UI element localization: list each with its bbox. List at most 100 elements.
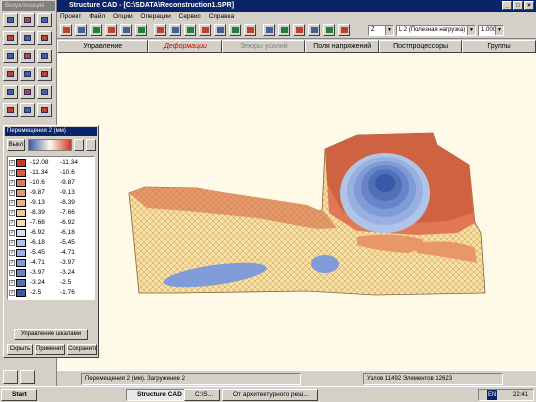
deformed-shape-icon[interactable] bbox=[154, 24, 166, 36]
legend-icon[interactable] bbox=[293, 24, 305, 36]
manage-scales-button[interactable]: Управление шкалами bbox=[14, 329, 88, 340]
element-numbers-icon[interactable] bbox=[3, 67, 18, 81]
legend-checkbox[interactable]: ✓ bbox=[9, 220, 15, 226]
z-select[interactable]: Z ▼ bbox=[368, 25, 394, 36]
color-scale-icon[interactable] bbox=[37, 85, 52, 99]
tab-0[interactable]: Управление bbox=[57, 40, 149, 53]
node-numbers-icon[interactable] bbox=[37, 49, 52, 63]
filter-icon[interactable] bbox=[20, 49, 35, 63]
legend-checkbox[interactable]: ✓ bbox=[9, 240, 15, 246]
select-element-icon[interactable] bbox=[20, 13, 35, 27]
mosaic-icon[interactable] bbox=[214, 24, 226, 36]
legend-color-swatch[interactable] bbox=[16, 289, 26, 297]
menu-service[interactable]: Сервис bbox=[176, 13, 204, 20]
hide-button[interactable]: Скрыть bbox=[7, 344, 33, 355]
menu-options[interactable]: Опции bbox=[110, 13, 136, 20]
select-node-icon[interactable] bbox=[3, 13, 18, 27]
settings-icon[interactable] bbox=[37, 103, 52, 117]
open-icon[interactable] bbox=[75, 24, 87, 36]
cut-icon[interactable] bbox=[3, 85, 18, 99]
window-title-bar[interactable]: Structure CAD - [C:\SDATA\Reconstruction… bbox=[57, 0, 536, 12]
legend-checkbox[interactable]: ✓ bbox=[9, 200, 15, 206]
animation-icon[interactable] bbox=[199, 24, 211, 36]
legend-color-swatch[interactable] bbox=[16, 179, 26, 187]
palette-option-button[interactable] bbox=[74, 139, 84, 151]
language-indicator[interactable]: EN bbox=[487, 390, 498, 400]
mesh-icon[interactable] bbox=[37, 67, 52, 81]
zoom-in-icon[interactable] bbox=[20, 31, 35, 45]
layers-icon[interactable] bbox=[20, 103, 35, 117]
legend-color-swatch[interactable] bbox=[16, 239, 26, 247]
save-button[interactable]: Сохранить bbox=[67, 344, 97, 355]
legend-checkbox[interactable]: ✓ bbox=[9, 230, 15, 236]
legend-color-swatch[interactable] bbox=[16, 229, 26, 237]
isosurface-icon[interactable] bbox=[244, 24, 256, 36]
tab-4[interactable]: Постпроцессоры bbox=[379, 40, 462, 53]
legend-color-swatch[interactable] bbox=[16, 159, 26, 167]
scale-select[interactable]: 1.000 ▼ bbox=[478, 25, 504, 36]
legend-checkbox[interactable]: ✓ bbox=[9, 250, 15, 256]
save-icon[interactable] bbox=[90, 24, 102, 36]
menu-operations[interactable]: Операции bbox=[137, 13, 173, 20]
rotate-icon[interactable] bbox=[3, 31, 18, 45]
isolines-icon[interactable] bbox=[229, 24, 241, 36]
legend-checkbox[interactable]: ✓ bbox=[9, 160, 15, 166]
print-icon[interactable] bbox=[105, 24, 117, 36]
menu-file[interactable]: Файл bbox=[86, 13, 108, 20]
drawing-canvas[interactable] bbox=[57, 53, 536, 370]
load-case-select[interactable]: L 2 (Полезная нагрузка) ▼ bbox=[396, 25, 476, 36]
start-button[interactable]: Start bbox=[1, 389, 37, 401]
new-icon[interactable] bbox=[60, 24, 72, 36]
displacement-icon[interactable] bbox=[169, 24, 181, 36]
minimize-button[interactable]: _ bbox=[502, 1, 512, 10]
palette-preview[interactable] bbox=[28, 139, 72, 151]
palette-option-button[interactable] bbox=[86, 139, 96, 151]
export-icon[interactable] bbox=[323, 24, 335, 36]
fragment-icon[interactable] bbox=[20, 85, 35, 99]
zoom-out-icon[interactable] bbox=[37, 31, 52, 45]
maximize-button[interactable]: □ bbox=[513, 1, 523, 10]
legend-dialog-title[interactable]: Перемещения 2 (мм) bbox=[5, 127, 97, 136]
apply-button[interactable]: Применить bbox=[35, 344, 65, 355]
legend-color-swatch[interactable] bbox=[16, 189, 26, 197]
undo-icon[interactable] bbox=[120, 24, 132, 36]
info-icon[interactable] bbox=[308, 24, 320, 36]
close-button[interactable]: × bbox=[524, 1, 534, 10]
menu-help[interactable]: Справка bbox=[206, 13, 238, 20]
legend-color-swatch[interactable] bbox=[16, 279, 26, 287]
table-icon[interactable] bbox=[3, 103, 18, 117]
legend-color-swatch[interactable] bbox=[16, 249, 26, 257]
legend-checkbox[interactable]: ✓ bbox=[9, 170, 15, 176]
legend-checkbox[interactable]: ✓ bbox=[9, 210, 15, 216]
scale-icon[interactable] bbox=[278, 24, 290, 36]
tab-5[interactable]: Группы bbox=[461, 40, 536, 53]
stress-icon[interactable] bbox=[184, 24, 196, 36]
legend-checkbox[interactable]: ✓ bbox=[9, 270, 15, 276]
legend-checkbox[interactable]: ✓ bbox=[9, 260, 15, 266]
legend-color-swatch[interactable] bbox=[16, 199, 26, 207]
legend-color-swatch[interactable] bbox=[16, 259, 26, 267]
redo-icon[interactable] bbox=[135, 24, 147, 36]
legend-checkbox[interactable]: ✓ bbox=[9, 290, 15, 296]
legend-checkbox[interactable]: ✓ bbox=[9, 190, 15, 196]
legend-color-swatch[interactable] bbox=[16, 219, 26, 227]
tab-2[interactable]: Эпюры усилий bbox=[222, 40, 306, 53]
fit-view-icon[interactable] bbox=[3, 49, 18, 63]
legend-color-swatch[interactable] bbox=[16, 209, 26, 217]
legend-checkbox[interactable]: ✓ bbox=[9, 280, 15, 286]
coordinates-icon[interactable] bbox=[20, 370, 35, 384]
pan-icon[interactable] bbox=[37, 13, 52, 27]
legend-color-swatch[interactable] bbox=[16, 269, 26, 277]
grid-icon[interactable] bbox=[3, 370, 18, 384]
refresh-icon[interactable] bbox=[338, 24, 350, 36]
tab-3[interactable]: Поля напряжений bbox=[305, 40, 380, 53]
menu-project[interactable]: Проект bbox=[57, 13, 84, 20]
axes-icon[interactable] bbox=[20, 67, 35, 81]
legend-checkbox[interactable]: ✓ bbox=[9, 180, 15, 186]
task-folder[interactable]: C:\S... bbox=[184, 389, 220, 401]
task-document[interactable]: От архитектурного реш... bbox=[222, 389, 318, 401]
legend-off-button[interactable]: Выкл bbox=[7, 139, 25, 151]
values-icon[interactable] bbox=[263, 24, 275, 36]
tab-1[interactable]: Деформации bbox=[148, 40, 223, 53]
legend-color-swatch[interactable] bbox=[16, 169, 26, 177]
